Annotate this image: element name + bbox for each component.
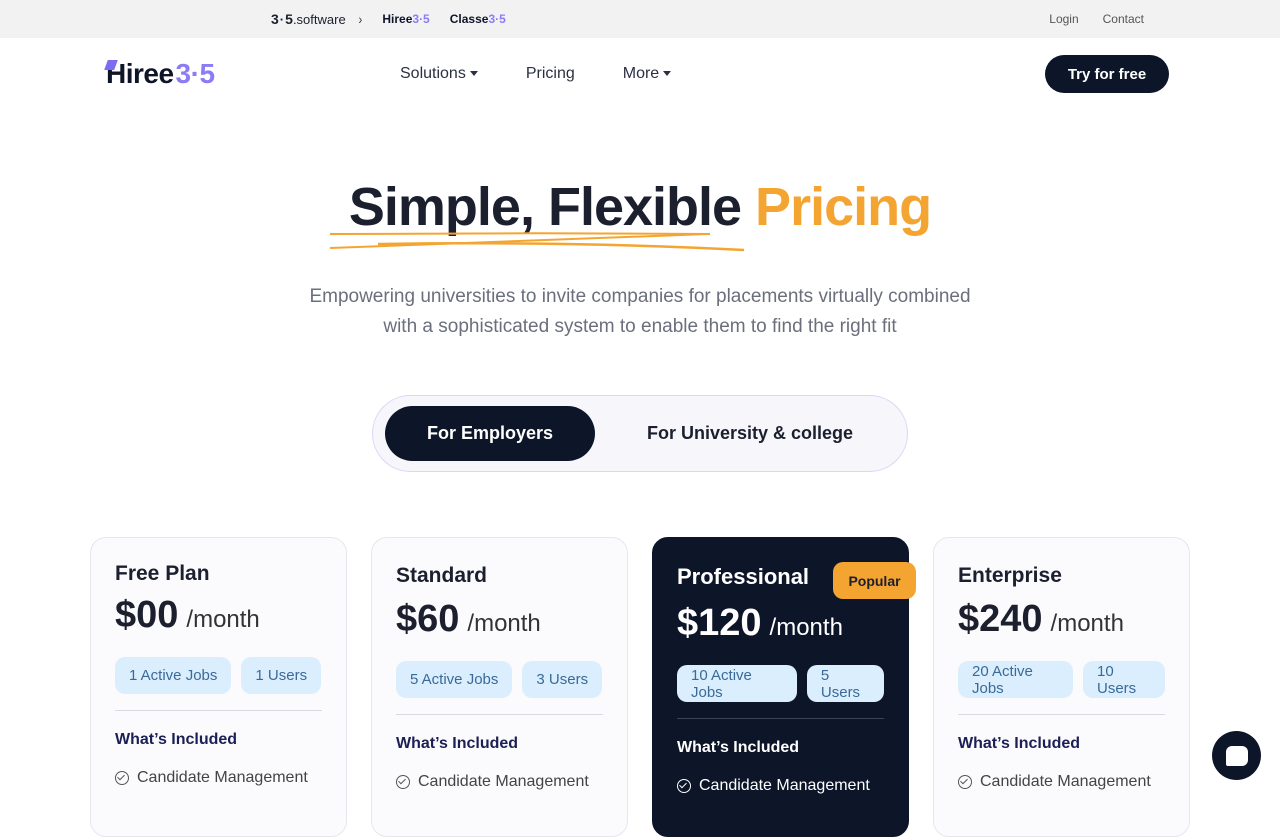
brand-35-software-link[interactable]: 3 · 5 .software (271, 11, 346, 27)
plan-price: $00/month (115, 594, 322, 637)
plan-name: Free Plan (115, 562, 210, 585)
check-circle-icon (115, 771, 129, 785)
divider (115, 710, 322, 711)
plan-name: Enterprise (958, 564, 1062, 587)
plan-card-standard: Standard $60/month 5 Active Jobs 3 Users… (371, 537, 628, 837)
top-links: Login Contact (1049, 0, 1144, 38)
product-switcher: 3 · 5 .software › Hiree3·5 Classe3·5 (271, 0, 506, 44)
price-period: /month (769, 614, 843, 641)
contact-link[interactable]: Contact (1103, 12, 1144, 26)
feature-item: Candidate Management (958, 773, 1165, 791)
feature-label: Candidate Management (418, 773, 589, 790)
chat-bubble-icon (1225, 745, 1248, 766)
price-amount: $120 (677, 602, 762, 644)
title-accent: Pricing (755, 177, 932, 237)
feature-label: Candidate Management (980, 773, 1151, 790)
tab-for-employers[interactable]: For Employers (385, 406, 595, 461)
nav-item-pricing[interactable]: Pricing (526, 65, 575, 83)
whats-included-heading: What’s Included (115, 731, 238, 748)
logo-digits: 3·5 (175, 58, 215, 89)
brand-suffix: .software (292, 12, 346, 27)
plan-price: $120/month (677, 602, 884, 645)
plan-chips: 10 Active Jobs 5 Users (677, 665, 884, 702)
active-jobs-chip: 5 Active Jobs (396, 661, 513, 698)
subtitle-line: Empowering universities to invite compan… (309, 286, 971, 307)
divider (396, 714, 603, 715)
audience-toggle: For Employers For University & college (372, 395, 908, 472)
product-link-classe[interactable]: Classe3·5 (450, 12, 506, 26)
check-circle-icon (677, 779, 691, 793)
active-jobs-chip: 10 Active Jobs (677, 665, 797, 702)
product-suffix: 3·5 (412, 12, 430, 26)
feature-label: Candidate Management (137, 769, 308, 786)
subtitle-line: with a sophisticated system to enable th… (383, 316, 897, 337)
check-circle-icon (396, 775, 410, 789)
price-amount: $240 (958, 598, 1043, 640)
chevron-right-icon: › (358, 11, 362, 27)
feature-item: Candidate Management (396, 773, 603, 791)
plan-name: Standard (396, 564, 488, 587)
top-product-bar: 3 · 5 .software › Hiree3·5 Classe3·5 Login … (0, 0, 1280, 44)
price-period: /month (186, 606, 260, 633)
login-link[interactable]: Login (1049, 12, 1078, 26)
whats-included-heading: What’s Included (958, 735, 1081, 752)
plan-card-enterprise: Enterprise $240/month 20 Active Jobs 10 … (933, 537, 1190, 837)
nav-label: Solutions (400, 65, 466, 82)
popular-badge: Popular (833, 562, 916, 599)
divider (677, 718, 884, 719)
nav-label: More (622, 65, 660, 82)
active-jobs-chip: 20 Active Jobs (958, 661, 1073, 698)
nav-item-more[interactable]: More (622, 65, 672, 83)
main-nav: Hiree 3·5 Solutions Pricing More Try for … (0, 38, 1280, 110)
nav-menu: Solutions Pricing More (400, 38, 672, 110)
try-for-free-button[interactable]: Try for free (1045, 55, 1169, 93)
product-name: Hiree (382, 12, 413, 26)
price-amount: $00 (115, 594, 179, 636)
whats-included-heading: What’s Included (396, 735, 519, 752)
chat-launcher-button[interactable] (1212, 731, 1261, 780)
plan-chips: 20 Active Jobs 10 Users (958, 661, 1165, 698)
brand-digit-left: 3 (271, 11, 279, 27)
plan-price: $240/month (958, 598, 1165, 641)
plan-price: $60/month (396, 598, 603, 641)
price-period: /month (1050, 610, 1124, 637)
underline-squiggle-icon (329, 232, 745, 252)
check-circle-icon (958, 775, 972, 789)
whats-included-heading: What’s Included (677, 739, 800, 756)
caret-down-icon (469, 71, 478, 77)
plan-chips: 5 Active Jobs 3 Users (396, 661, 603, 698)
caret-down-icon (663, 71, 672, 77)
tab-for-university[interactable]: For University & college (605, 406, 895, 461)
feature-label: Candidate Management (699, 777, 870, 794)
hiree-logo[interactable]: Hiree 3·5 (106, 58, 215, 90)
plan-card-professional: Professional Popular $120/month 10 Activ… (652, 537, 916, 837)
price-period: /month (467, 610, 541, 637)
users-chip: 5 Users (806, 665, 884, 702)
plan-chips: 1 Active Jobs 1 Users (115, 657, 322, 694)
product-suffix: 3·5 (488, 12, 506, 26)
product-link-hiree[interactable]: Hiree3·5 (382, 12, 430, 44)
hero-subtitle: Empowering universities to invite compan… (0, 282, 1280, 342)
active-jobs-chip: 1 Active Jobs (115, 657, 232, 694)
feature-item: Candidate Management (115, 769, 322, 787)
users-chip: 3 Users (522, 661, 603, 698)
users-chip: 1 Users (241, 657, 322, 694)
divider (958, 714, 1165, 715)
feature-item: Candidate Management (677, 777, 884, 795)
brand-digit-right: 5 (285, 11, 293, 27)
product-name: Classe (449, 12, 489, 26)
logo-word: Hiree (106, 58, 174, 89)
nav-item-solutions[interactable]: Solutions (400, 65, 478, 83)
brand-dot: · (279, 12, 285, 27)
price-amount: $60 (396, 598, 460, 640)
users-chip: 10 Users (1083, 661, 1165, 698)
plan-card-free: Free Plan $00/month 1 Active Jobs 1 User… (90, 537, 347, 837)
